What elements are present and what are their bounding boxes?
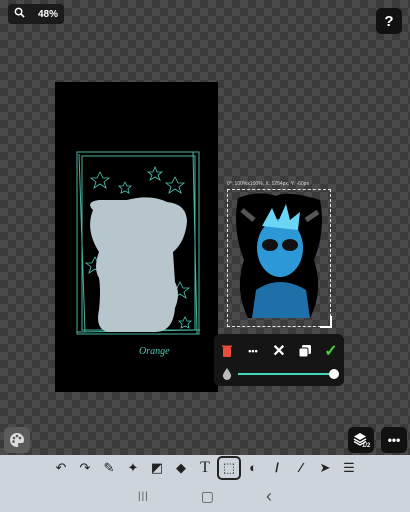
tool-bar: ↶ ↷ ✎ ✦ ◩ ◆ T ⬚ ◐ / ⁄ ➤ ☰ xyxy=(0,455,410,480)
alien-sticker-image xyxy=(236,193,322,318)
recents-button[interactable]: ||| xyxy=(138,491,149,502)
opacity-track xyxy=(238,373,334,375)
layer-count-badge: 1/2 xyxy=(362,443,371,449)
search-icon xyxy=(14,7,25,21)
palette-icon xyxy=(10,433,24,447)
help-button[interactable]: ? xyxy=(376,8,402,34)
cancel-button[interactable]: ✕ xyxy=(268,340,290,362)
fill-tool[interactable]: ◆ xyxy=(171,458,191,478)
pen-tool[interactable]: / xyxy=(267,458,287,478)
spray-tool[interactable]: ✦ xyxy=(123,458,143,478)
home-button[interactable]: ▢ xyxy=(201,488,214,505)
duplicate-icon xyxy=(299,345,311,357)
redo-button[interactable]: ↷ xyxy=(75,458,95,478)
layers-button[interactable]: 1/2 xyxy=(348,427,374,453)
zoom-percent: 48% xyxy=(37,8,58,20)
more-button[interactable]: ••• xyxy=(381,427,407,453)
selection-box[interactable] xyxy=(227,189,331,327)
color-palette-button[interactable] xyxy=(4,427,30,453)
select-tool[interactable]: ⬚ xyxy=(217,455,241,480)
confirm-button[interactable]: ✓ xyxy=(320,340,342,362)
resize-handle[interactable] xyxy=(320,316,332,328)
artist-signature: Orange xyxy=(139,346,170,357)
opacity-slider[interactable] xyxy=(220,366,340,382)
move-tool[interactable]: ➤ xyxy=(315,458,335,478)
back-button[interactable]: ‹ xyxy=(266,486,272,507)
zoom-control[interactable]: 48% xyxy=(8,4,64,24)
canvas-document[interactable]: Orange xyxy=(55,82,218,392)
eraser-tool[interactable]: ◩ xyxy=(147,458,167,478)
opacity-knob[interactable] xyxy=(329,369,339,379)
transform-popup: ••• ✕ ✓ xyxy=(214,334,344,386)
drawing-frame: Orange xyxy=(76,151,201,357)
system-nav-bar: ||| ▢ ‹ xyxy=(0,480,410,512)
undo-button[interactable]: ↶ xyxy=(51,458,71,478)
eyedropper-tool[interactable]: ⁄ xyxy=(291,458,311,478)
menu-button[interactable]: ☰ xyxy=(339,458,359,478)
opacity-drop-icon xyxy=(222,368,232,380)
shapes-tool[interactable]: ◐ xyxy=(243,458,263,478)
delete-button[interactable] xyxy=(216,340,238,362)
brush-tool[interactable]: ✎ xyxy=(99,458,119,478)
selection-info: 0°: 100%x100%, X: 1254px, Y: -60px xyxy=(227,181,309,187)
text-tool[interactable]: T xyxy=(195,458,215,478)
more-options-button[interactable]: ••• xyxy=(242,340,264,362)
trash-icon xyxy=(222,345,232,357)
duplicate-button[interactable] xyxy=(294,340,316,362)
